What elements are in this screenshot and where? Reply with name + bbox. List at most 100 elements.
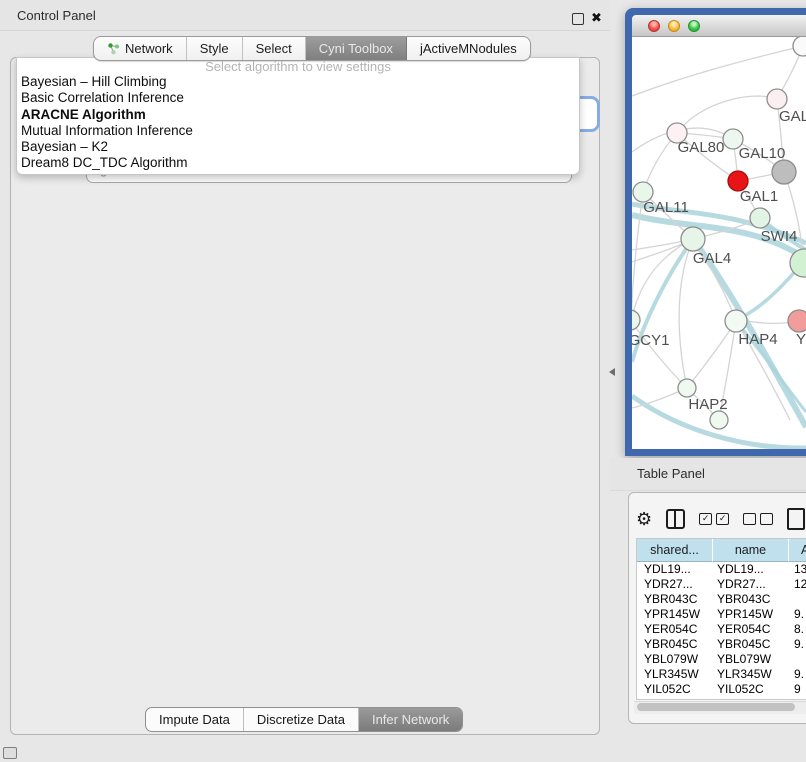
table-row[interactable]: YDL19...YDL19...13 [637, 562, 806, 577]
table-cell: YBR045C [637, 637, 713, 652]
table-row[interactable]: YBL079WYBL079W [637, 652, 806, 667]
restore-panel-icon[interactable] [3, 747, 17, 759]
float-panel-icon[interactable] [572, 13, 584, 25]
control-panel-title: Control Panel [17, 8, 96, 23]
table-cell: 12 [789, 577, 806, 592]
columns-icon[interactable] [666, 509, 685, 529]
divider-collapse-icon[interactable] [609, 368, 615, 376]
network-node[interactable] [725, 310, 747, 332]
table-cell: YDR27... [713, 577, 789, 592]
table-cell: 9. [789, 607, 806, 622]
network-edge[interactable] [679, 239, 693, 388]
network-node-label: GAL80 [678, 139, 725, 156]
network-node-label: SWI4 [761, 228, 798, 245]
deselect-all-checkboxes-icon[interactable] [743, 513, 773, 525]
network-node[interactable] [681, 227, 705, 251]
tab-select[interactable]: Select [243, 37, 306, 60]
network-node-label: HAP2 [688, 396, 727, 413]
tab-network[interactable]: Network [94, 37, 187, 60]
algorithm-dropdown-popup: Select algorithm to view settings Bayesi… [16, 57, 580, 175]
table-toolbar: ⚙ ✓✓ [636, 504, 806, 534]
tab-discretize-data[interactable]: Discretize Data [244, 708, 359, 731]
network-node[interactable] [678, 379, 696, 397]
network-node-label: GAL [779, 108, 806, 125]
table-cell: YBL079W [713, 652, 789, 667]
table-cell: 9. [789, 667, 806, 682]
algorithm-option[interactable]: ARACNE Algorithm [17, 107, 579, 123]
control-panel-tabs: Network Style Select Cyni Toolbox jActiv… [93, 36, 531, 61]
network-node-label: Y [796, 331, 806, 348]
tab-style[interactable]: Style [187, 37, 243, 60]
network-node-label: GAL4 [693, 250, 731, 267]
table-cell: YIL052C [713, 682, 789, 697]
table-cell: YER054C [713, 622, 789, 637]
close-panel-icon[interactable]: ✖ [591, 10, 602, 26]
minimize-window-icon[interactable] [668, 20, 680, 32]
network-icon [107, 42, 120, 55]
algorithm-option[interactable]: Dream8 DC_TDC Algorithm [17, 155, 579, 171]
network-node[interactable] [632, 310, 640, 330]
table-row[interactable]: YIL052CYIL052C9 [637, 682, 806, 697]
table-cell: YBR045C [713, 637, 789, 652]
network-edge[interactable] [632, 192, 643, 321]
close-window-icon[interactable] [648, 20, 660, 32]
table-row[interactable]: YBR045CYBR045C9. [637, 637, 806, 652]
table-cell: 9. [789, 637, 806, 652]
network-node-label: HAP4 [738, 331, 777, 348]
algorithm-option[interactable]: Bayesian – Hill Climbing [17, 74, 579, 90]
table-cell: 8. [789, 622, 806, 637]
table-rows: YDL19...YDL19...13YDR27...YDR27...12YBR0… [637, 562, 806, 697]
table-cell: YBR043C [637, 592, 713, 607]
network-canvas[interactable]: GAL GAL80 GAL10 GAL1 GAL11 SWI4 GAL4 GCY1 HAP4 Y H… [632, 37, 806, 449]
network-node[interactable] [772, 160, 796, 184]
table-row[interactable]: YPR145WYPR145W9. [637, 607, 806, 622]
table-horizontal-thumb[interactable] [637, 703, 795, 711]
table-header-row: shared... name A [637, 539, 806, 562]
network-node[interactable] [793, 37, 806, 56]
table-cell: YDL19... [637, 562, 713, 577]
table-row[interactable]: YLR345WYLR345W9. [637, 667, 806, 682]
table-row[interactable]: YER054CYER054C8. [637, 622, 806, 637]
select-all-checkboxes-icon[interactable]: ✓✓ [699, 513, 729, 525]
table-cell: YLR345W [637, 667, 713, 682]
network-node[interactable] [750, 208, 770, 228]
tab-cyni-toolbox[interactable]: Cyni Toolbox [306, 37, 407, 60]
gear-icon[interactable]: ⚙ [636, 510, 652, 528]
network-edge[interactable] [687, 321, 736, 388]
network-graph: GAL GAL80 GAL10 GAL1 GAL11 SWI4 GAL4 GCY1 HAP4 Y H… [632, 37, 806, 449]
table-row[interactable]: YBR043CYBR043C [637, 592, 806, 607]
application-window: Control Panel ✖ galFiltered.sif default … [0, 0, 806, 762]
network-node-label: GAL10 [739, 145, 786, 162]
column-header-name[interactable]: name [713, 539, 789, 562]
network-node-label: GAL1 [740, 188, 778, 205]
document-icon[interactable] [787, 508, 805, 530]
algorithm-dropdown-list: Bayesian – Hill ClimbingBasic Correlatio… [17, 74, 579, 172]
table-cell: YDL19... [713, 562, 789, 577]
tab-infer-network[interactable]: Infer Network [359, 708, 462, 731]
network-node[interactable] [767, 89, 787, 109]
table-panel-title: Table Panel [637, 466, 705, 481]
table-cell: YPR145W [637, 607, 713, 622]
algorithm-option[interactable]: Basic Correlation Inference [17, 90, 579, 106]
table-cell: YDR27... [637, 577, 713, 592]
table-row[interactable]: YDR27...YDR27...12 [637, 577, 806, 592]
cyni-bottom-tabs: Impute Data Discretize Data Infer Networ… [145, 707, 463, 732]
algorithm-option[interactable]: Mutual Information Inference [17, 123, 579, 139]
network-edge[interactable] [677, 96, 777, 133]
tab-jactivemnodules[interactable]: jActiveMNodules [407, 37, 530, 60]
network-node[interactable] [710, 411, 728, 429]
zoom-window-icon[interactable] [688, 20, 700, 32]
network-window-titlebar[interactable] [632, 15, 806, 37]
algorithm-option[interactable]: Bayesian – K2 [17, 139, 579, 155]
network-node-label: GCY1 [632, 332, 669, 349]
column-header-shared-name[interactable]: shared... [637, 539, 713, 562]
column-header-next[interactable]: A [789, 539, 806, 562]
table-cell: YBR043C [713, 592, 789, 607]
table-cell: YPR145W [713, 607, 789, 622]
table-cell: YLR345W [713, 667, 789, 682]
network-node[interactable] [788, 310, 806, 332]
network-node-label: GAL11 [643, 199, 689, 216]
table-cell: YER054C [637, 622, 713, 637]
tab-impute-data[interactable]: Impute Data [146, 708, 244, 731]
tab-network-label: Network [125, 41, 173, 56]
